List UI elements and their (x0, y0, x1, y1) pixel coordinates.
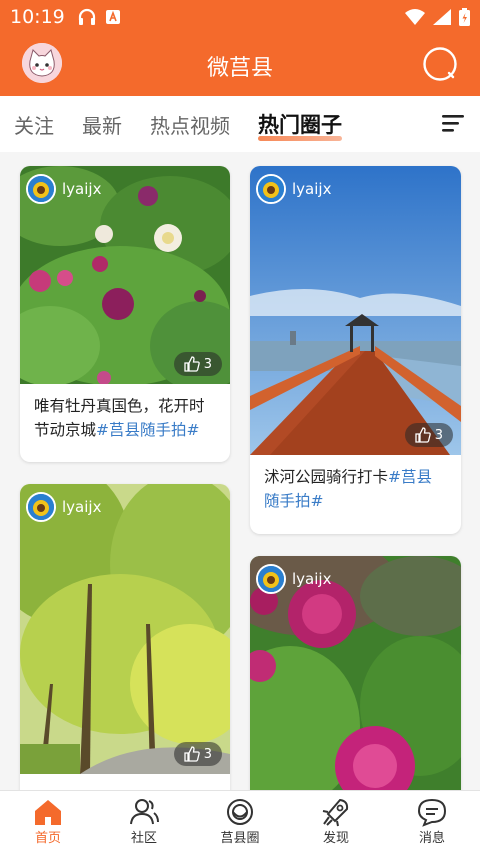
post-author[interactable]: lyaijx (26, 492, 101, 522)
post-caption: 唯有牡丹真国色，花开时节动京城#莒县随手拍# (34, 397, 205, 439)
post-author[interactable]: lyaijx (26, 174, 101, 204)
nav-home[interactable]: 首页 (0, 791, 96, 852)
like-count[interactable]: 3 (173, 742, 222, 766)
post-caption: 沭河公园骑行打卡#莒县随手拍# (264, 468, 433, 510)
community-icon (130, 799, 159, 825)
post-feed: lyaijx 3 唯有牡丹真国色，花开时节动京城#莒县随手拍# lyaijx 3… (0, 152, 480, 790)
trees-photo (20, 484, 230, 774)
headphones-icon (78, 8, 95, 25)
nav-community[interactable]: 社区 (96, 791, 192, 852)
author-name: lyaijx (292, 570, 332, 588)
thumbs-up-icon (415, 427, 431, 443)
bottom-nav: 首页 社区 莒县圈 发现 消息 (0, 790, 480, 852)
wifi-icon (405, 9, 425, 25)
post-image[interactable]: lyaijx (250, 556, 461, 790)
topic-tag[interactable]: #莒县随手拍# (96, 421, 199, 439)
message-icon (417, 798, 447, 827)
status-bar: 10:19 (0, 0, 480, 34)
app-header: 微莒县 (0, 34, 480, 96)
rocket-icon (322, 798, 349, 827)
author-name: lyaijx (62, 498, 102, 516)
post-author[interactable]: lyaijx (256, 564, 331, 594)
category-tabs: 关注 最新 热点视频 热门圈子 (0, 96, 480, 152)
tab-hot-circles[interactable]: 热门圈子 (258, 109, 342, 141)
author-avatar (256, 564, 286, 594)
like-count[interactable]: 3 (404, 423, 453, 447)
home-icon (35, 800, 61, 825)
post-card[interactable]: lyaijx (250, 556, 461, 790)
nav-messages[interactable]: 消息 (384, 791, 480, 852)
search-icon[interactable] (422, 46, 458, 82)
menu-icon[interactable] (442, 114, 464, 132)
author-avatar (26, 174, 56, 204)
post-image[interactable]: lyaijx 3 (20, 484, 230, 774)
author-avatar (26, 492, 56, 522)
author-name: lyaijx (292, 180, 332, 198)
post-image[interactable]: lyaijx 3 (250, 166, 461, 455)
tab-follow[interactable]: 关注 (14, 110, 54, 139)
boardwalk-photo (250, 166, 461, 455)
like-count[interactable]: 3 (173, 352, 222, 376)
tab-latest[interactable]: 最新 (82, 110, 122, 139)
author-avatar (256, 174, 286, 204)
thumbs-up-icon (184, 746, 200, 762)
signal-icon (433, 9, 451, 25)
post-card[interactable]: lyaijx 3 (20, 484, 230, 790)
circle-icon (227, 799, 253, 825)
app-notification-icon (105, 10, 120, 24)
nav-circle[interactable]: 莒县圈 (192, 791, 288, 852)
post-card[interactable]: lyaijx 3 唯有牡丹真国色，花开时节动京城#莒县随手拍# (20, 166, 230, 462)
nav-discover[interactable]: 发现 (288, 791, 384, 852)
author-name: lyaijx (62, 180, 102, 198)
thumbs-up-icon (184, 356, 200, 372)
post-card[interactable]: lyaijx 3 沭河公园骑行打卡#莒县随手拍# (250, 166, 461, 534)
post-author[interactable]: lyaijx (256, 174, 331, 204)
page-title: 微莒县 (206, 56, 273, 81)
battery-icon (459, 8, 470, 26)
status-time: 10:19 (10, 6, 65, 28)
tab-hot-videos[interactable]: 热点视频 (150, 110, 230, 139)
post-image[interactable]: lyaijx 3 (20, 166, 230, 384)
